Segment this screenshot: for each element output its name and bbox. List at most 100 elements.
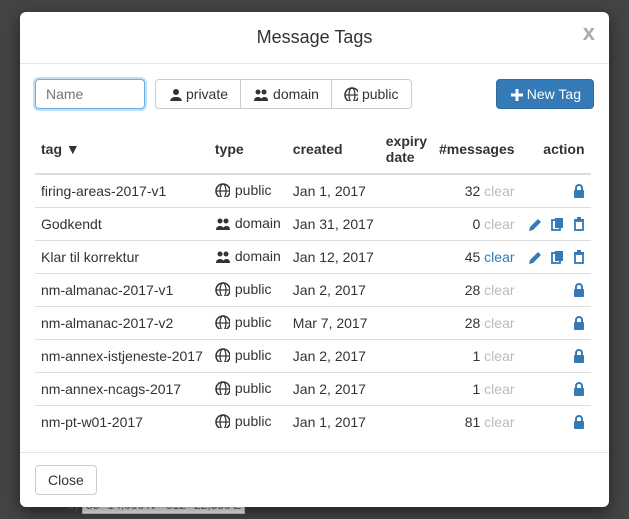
- globe-icon: [215, 282, 230, 296]
- tags-table-scroll[interactable]: tag ▼ type created expiry date #messages…: [35, 124, 594, 437]
- cell-tag: nm-pt-w01-2017: [35, 406, 209, 438]
- cell-tag: nm-annex-ncags-2017: [35, 373, 209, 406]
- modal-body: private domain public New Tag: [20, 64, 609, 452]
- cell-type: public: [209, 274, 287, 307]
- lock-icon: [571, 315, 585, 331]
- delete-button[interactable]: [571, 249, 585, 265]
- cell-action: [521, 307, 591, 340]
- cell-tag: nm-almanac-2017-v2: [35, 307, 209, 340]
- cell-expiry: [380, 406, 433, 438]
- type-label: domain: [235, 248, 281, 264]
- type-label: public: [235, 380, 272, 396]
- type-label: public: [235, 347, 272, 363]
- clear-link: clear: [484, 282, 514, 298]
- close-button[interactable]: Close: [35, 465, 97, 495]
- cell-action: [521, 373, 591, 406]
- delete-button[interactable]: [571, 216, 585, 232]
- globe-icon: [215, 348, 230, 362]
- clear-link: clear: [484, 315, 514, 331]
- filter-domain-button[interactable]: domain: [240, 79, 332, 109]
- filter-public-label: public: [362, 86, 399, 102]
- trash-icon: [571, 216, 585, 231]
- name-filter-input[interactable]: [35, 79, 145, 109]
- type-label: domain: [235, 215, 281, 231]
- clear-link: clear: [484, 216, 514, 232]
- filter-domain-label: domain: [273, 86, 319, 102]
- col-created[interactable]: created: [287, 125, 380, 174]
- table-row: nm-almanac-2017-v2publicMar 7, 201728 cl…: [35, 307, 591, 340]
- copy-button[interactable]: [549, 216, 563, 232]
- message-count: 28: [465, 315, 481, 331]
- close-icon[interactable]: x: [583, 20, 595, 46]
- pencil-icon: [527, 217, 541, 231]
- clear-link: clear: [484, 183, 514, 199]
- tags-table: tag ▼ type created expiry date #messages…: [35, 125, 591, 437]
- globe-icon: [215, 414, 230, 428]
- cell-created: Jan 1, 2017: [287, 406, 380, 438]
- filter-public-button[interactable]: public: [331, 79, 412, 109]
- cell-type: public: [209, 340, 287, 373]
- copy-button[interactable]: [549, 249, 563, 265]
- cell-expiry: [380, 274, 433, 307]
- clear-link: clear: [484, 414, 514, 430]
- copy-icon: [549, 217, 563, 231]
- clear-link[interactable]: clear: [484, 249, 514, 265]
- cell-created: Jan 31, 2017: [287, 208, 380, 241]
- user-icon: [168, 87, 182, 101]
- clear-link: clear: [484, 381, 514, 397]
- table-row: nm-pt-w01-2017 public Jan 1, 2017 81 clear: [35, 406, 591, 438]
- cell-created: Mar 7, 2017: [287, 307, 380, 340]
- filter-private-button[interactable]: private: [155, 79, 241, 109]
- col-expiry[interactable]: expiry date: [380, 125, 433, 174]
- cell-tag: Godkendt: [35, 208, 209, 241]
- users-icon: [253, 87, 269, 101]
- cell-messages: 1 clear: [433, 340, 521, 373]
- cell-messages: 81 clear: [433, 406, 521, 438]
- cell-type: public: [209, 373, 287, 406]
- globe-icon: [215, 315, 230, 329]
- plus-icon: [509, 87, 523, 101]
- cell-tag: firing-areas-2017-v1: [35, 174, 209, 208]
- lock-icon: [571, 183, 585, 199]
- cell-created: Jan 2, 2017: [287, 340, 380, 373]
- cell-created: Jan 1, 2017: [287, 174, 380, 208]
- message-count: 81: [465, 414, 481, 430]
- table-row: Godkendt domain Jan 31, 2017 0 clear: [35, 208, 591, 241]
- cell-action: [521, 274, 591, 307]
- cell-expiry: [380, 373, 433, 406]
- col-type[interactable]: type: [209, 125, 287, 174]
- users-icon: [215, 216, 230, 230]
- globe-icon: [344, 87, 358, 101]
- new-tag-button[interactable]: New Tag: [496, 79, 594, 109]
- toolbar: private domain public New Tag: [35, 79, 594, 109]
- cell-created: Jan 12, 2017: [287, 241, 380, 274]
- table-row: firing-areas-2017-v1publicJan 1, 201732 …: [35, 174, 591, 208]
- edit-button[interactable]: [527, 216, 541, 232]
- cell-messages: 1 clear: [433, 373, 521, 406]
- trash-icon: [571, 249, 585, 264]
- message-count: 1: [472, 381, 480, 397]
- type-label: public: [235, 413, 272, 429]
- cell-tag: nm-almanac-2017-v1: [35, 274, 209, 307]
- globe-icon: [215, 183, 230, 197]
- col-messages[interactable]: #messages: [433, 125, 521, 174]
- cell-messages: 28 clear: [433, 307, 521, 340]
- cell-expiry: [380, 307, 433, 340]
- table-row: nm-annex-istjeneste-2017publicJan 2, 201…: [35, 340, 591, 373]
- cell-created: Jan 2, 2017: [287, 373, 380, 406]
- edit-button[interactable]: [527, 249, 541, 265]
- cell-messages: 0 clear: [433, 208, 521, 241]
- message-count: 32: [465, 183, 481, 199]
- modal-header: x Message Tags: [20, 12, 609, 64]
- col-tag[interactable]: tag ▼: [35, 125, 209, 174]
- cell-tag: Klar til korrektur: [35, 241, 209, 274]
- lock-icon: [571, 282, 585, 298]
- cell-action: [521, 174, 591, 208]
- table-row: nm-annex-ncags-2017 public Jan 2, 2017 1 cl…: [35, 373, 591, 406]
- message-tags-modal: x Message Tags private domain public: [20, 12, 609, 507]
- cell-messages: 28 clear: [433, 274, 521, 307]
- table-row: Klar til korrekturdomainJan 12, 201745 c…: [35, 241, 591, 274]
- message-count: 28: [465, 282, 481, 298]
- message-count: 1: [472, 348, 480, 364]
- message-count: 0: [472, 216, 480, 232]
